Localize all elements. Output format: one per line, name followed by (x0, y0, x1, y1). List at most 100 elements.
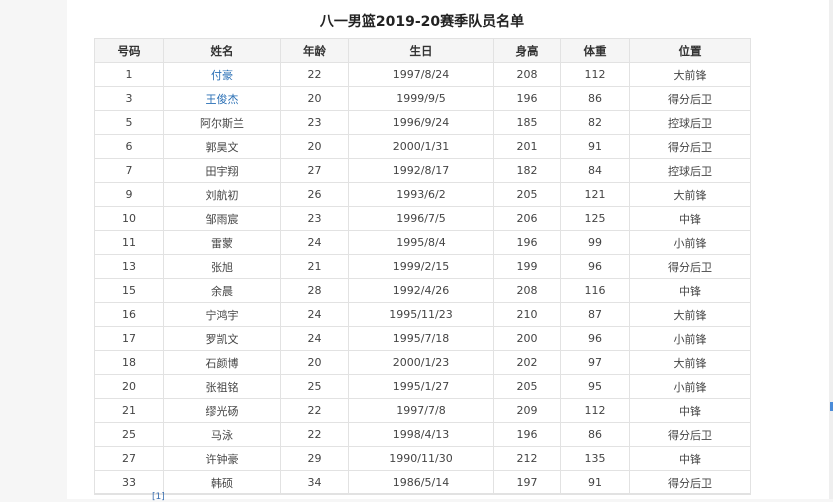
table-row: 3 王俊杰 20 1999/9/5 196 86 得分后卫 (94, 86, 751, 111)
cell-number: 7 (94, 158, 164, 183)
table-row: 17 罗凯文 24 1995/7/18 200 96 小前锋 (94, 326, 751, 351)
cell-name: 罗凯文 (163, 326, 281, 351)
header-number: 号码 (94, 38, 164, 63)
cell-birthday: 1993/6/2 (348, 182, 494, 207)
cell-weight: 121 (560, 182, 630, 207)
cell-number: 18 (94, 350, 164, 375)
table-row: 9 刘航初 26 1993/6/2 205 121 大前锋 (94, 182, 751, 207)
cell-birthday: 1997/8/24 (348, 62, 494, 87)
cell-age: 24 (280, 326, 349, 351)
table-row: 20 张祖铭 25 1995/1/27 205 95 小前锋 (94, 374, 751, 399)
cell-age: 20 (280, 134, 349, 159)
cell-birthday: 1995/11/23 (348, 302, 494, 327)
cell-birthday: 1996/9/24 (348, 110, 494, 135)
cell-name: 马泳 (163, 422, 281, 447)
table-header-row: 号码 姓名 年龄 生日 身高 体重 位置 (94, 38, 751, 63)
cell-height: 196 (493, 86, 561, 111)
player-name-link[interactable]: 王俊杰 (206, 93, 239, 106)
cell-name: 雷蒙 (163, 230, 281, 255)
cell-position: 中锋 (629, 278, 751, 303)
cell-age: 22 (280, 398, 349, 423)
cell-name: 付豪 (163, 62, 281, 87)
cell-weight: 96 (560, 326, 630, 351)
cell-age: 22 (280, 422, 349, 447)
cell-position: 大前锋 (629, 62, 751, 87)
cell-position: 中锋 (629, 398, 751, 423)
table-row: 6 郭昊文 20 2000/1/31 201 91 得分后卫 (94, 134, 751, 159)
cell-position: 大前锋 (629, 302, 751, 327)
cell-name: 张旭 (163, 254, 281, 279)
cell-name: 余晨 (163, 278, 281, 303)
footnote-reference[interactable]: [1] (152, 492, 165, 502)
cell-weight: 86 (560, 86, 630, 111)
cell-weight: 125 (560, 206, 630, 231)
table-row: 7 田宇翔 27 1992/8/17 182 84 控球后卫 (94, 158, 751, 183)
cell-number: 13 (94, 254, 164, 279)
cell-position: 大前锋 (629, 182, 751, 207)
header-birthday: 生日 (348, 38, 494, 63)
cell-birthday: 2000/1/23 (348, 350, 494, 375)
table-row: 27 许钟豪 29 1990/11/30 212 135 中锋 (94, 446, 751, 471)
table-row: 10 邹雨宸 23 1996/7/5 206 125 中锋 (94, 206, 751, 231)
cell-height: 196 (493, 422, 561, 447)
cell-weight: 112 (560, 398, 630, 423)
cell-weight: 82 (560, 110, 630, 135)
cell-height: 206 (493, 206, 561, 231)
cell-weight: 87 (560, 302, 630, 327)
cell-height: 182 (493, 158, 561, 183)
cell-position: 得分后卫 (629, 134, 751, 159)
cell-number: 17 (94, 326, 164, 351)
cell-position: 小前锋 (629, 374, 751, 399)
cell-birthday: 1990/11/30 (348, 446, 494, 471)
cell-weight: 91 (560, 470, 630, 495)
cell-name: 张祖铭 (163, 374, 281, 399)
cell-position: 小前锋 (629, 230, 751, 255)
cell-name: 缪光砀 (163, 398, 281, 423)
cell-weight: 91 (560, 134, 630, 159)
cell-age: 27 (280, 158, 349, 183)
cell-number: 9 (94, 182, 164, 207)
table-row: 5 阿尔斯兰 23 1996/9/24 185 82 控球后卫 (94, 110, 751, 135)
cell-height: 197 (493, 470, 561, 495)
cell-age: 28 (280, 278, 349, 303)
cell-height: 201 (493, 134, 561, 159)
table-row: 21 缪光砀 22 1997/7/8 209 112 中锋 (94, 398, 751, 423)
cell-number: 6 (94, 134, 164, 159)
cell-position: 小前锋 (629, 326, 751, 351)
table-row: 11 雷蒙 24 1995/8/4 196 99 小前锋 (94, 230, 751, 255)
cell-age: 23 (280, 110, 349, 135)
player-name-link[interactable]: 付豪 (211, 69, 233, 82)
table-row: 1 付豪 22 1997/8/24 208 112 大前锋 (94, 62, 751, 87)
cell-height: 205 (493, 374, 561, 399)
table-title: 八一男篮2019-20赛季队员名单 (319, 14, 525, 30)
cell-birthday: 1995/1/27 (348, 374, 494, 399)
cell-height: 202 (493, 350, 561, 375)
cell-number: 5 (94, 110, 164, 135)
cell-name: 刘航初 (163, 182, 281, 207)
cell-weight: 135 (560, 446, 630, 471)
cell-weight: 112 (560, 62, 630, 87)
cell-name: 宁鸿宇 (163, 302, 281, 327)
cell-name: 王俊杰 (163, 86, 281, 111)
cell-age: 25 (280, 374, 349, 399)
cell-name: 许钟豪 (163, 446, 281, 471)
cell-birthday: 1992/8/17 (348, 158, 494, 183)
cell-position: 控球后卫 (629, 158, 751, 183)
cell-height: 208 (493, 278, 561, 303)
table-row: 13 张旭 21 1999/2/15 199 96 得分后卫 (94, 254, 751, 279)
cell-weight: 86 (560, 422, 630, 447)
cell-height: 209 (493, 398, 561, 423)
cell-number: 25 (94, 422, 164, 447)
cell-number: 10 (94, 206, 164, 231)
cell-position: 中锋 (629, 206, 751, 231)
cell-weight: 96 (560, 254, 630, 279)
cell-name: 石颜博 (163, 350, 281, 375)
roster-table: 号码 姓名 年龄 生日 身高 体重 位置 1 付豪 22 1997/8/24 208 11… (94, 38, 751, 495)
scrollbar-track[interactable] (829, 0, 833, 499)
cell-number: 3 (94, 86, 164, 111)
cell-weight: 99 (560, 230, 630, 255)
cell-birthday: 1992/4/26 (348, 278, 494, 303)
cell-height: 212 (493, 446, 561, 471)
cell-weight: 97 (560, 350, 630, 375)
cell-age: 29 (280, 446, 349, 471)
